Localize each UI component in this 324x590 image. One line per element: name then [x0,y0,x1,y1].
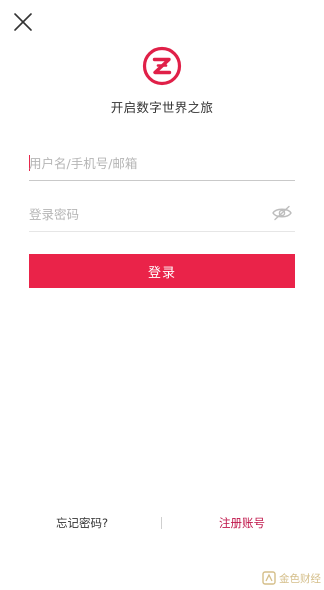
close-icon [14,13,32,31]
password-field-container [29,197,295,232]
zb-logo-icon [142,46,182,86]
eye-hidden-icon [272,205,292,221]
slogan-text: 开启数字世界之旅 [110,100,214,115]
forgot-password-link[interactable]: 忘记密码? [56,515,108,531]
watermark: 金色财经 [262,570,321,586]
register-link[interactable]: 注册账号 [219,515,265,531]
footer-divider [161,517,162,529]
password-visibility-toggle[interactable] [271,204,293,222]
brand-logo [142,46,182,86]
password-input[interactable] [29,201,259,227]
username-field-container [29,146,295,181]
close-button[interactable] [12,11,34,33]
login-button[interactable]: 登录 [29,254,295,288]
username-input[interactable] [29,150,259,176]
watermark-text: 金色财经 [279,572,321,585]
watermark-logo-icon [262,571,276,585]
